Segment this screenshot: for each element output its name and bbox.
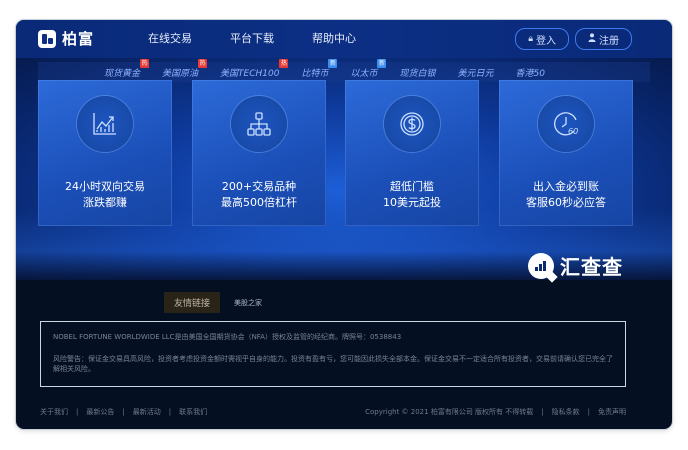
login-button[interactable]: 🔒︎ 登入 bbox=[515, 28, 569, 50]
feature-card-24h-trading[interactable]: 24小时双向交易 涨跌都赚 bbox=[38, 80, 172, 226]
ticker-item[interactable]: 现货白银 bbox=[399, 66, 435, 79]
ticker-item-label: 美国原油 bbox=[162, 68, 199, 79]
auth-buttons: 🔒︎ 登入 注册 bbox=[509, 28, 632, 50]
new-badge: 新 bbox=[377, 58, 387, 68]
ticker-item[interactable]: 比特币新 bbox=[301, 58, 338, 79]
ticker-item[interactable]: 美国原油热 bbox=[162, 58, 208, 79]
footer-link-events[interactable]: 最新活动 bbox=[133, 407, 161, 417]
watermark-icon bbox=[528, 252, 554, 279]
main-nav: 在线交易 平台下载 帮助中心 bbox=[148, 20, 394, 58]
clock-60-label: 60 bbox=[568, 127, 578, 136]
watermark-text: 汇查查 bbox=[560, 255, 623, 279]
feature-card-fast-service[interactable]: 60 出入金必到账 客服60秒必应答 bbox=[499, 80, 633, 226]
footer-link-about[interactable]: 关于我们 bbox=[40, 407, 68, 417]
nav-platform-download[interactable]: 平台下载 bbox=[230, 20, 274, 58]
register-label: 注册 bbox=[599, 35, 619, 47]
card-subtitle: 10美元起投 bbox=[383, 196, 441, 209]
footer-left-links: 关于我们 | 最新公告 | 最新活动 | 联系我们 bbox=[40, 407, 208, 417]
ticker-item[interactable]: 香港50 bbox=[516, 66, 545, 79]
lock-icon: 🔒︎ bbox=[528, 34, 533, 44]
site-logo[interactable]: 柏富 bbox=[38, 28, 94, 49]
card-title: 24小时双向交易 bbox=[65, 180, 145, 193]
hot-badge: 热 bbox=[198, 58, 208, 68]
nav-online-trading[interactable]: 在线交易 bbox=[148, 20, 192, 58]
logo-text: 柏富 bbox=[62, 30, 95, 48]
footer-link-privacy[interactable]: 隐私条款 bbox=[552, 407, 580, 417]
ticker-item-label: 现货黄金 bbox=[104, 68, 141, 79]
ticker-item[interactable]: 现货黄金热 bbox=[104, 58, 150, 79]
dollar-coin-icon bbox=[384, 96, 440, 152]
ticker-item-label: 香港50 bbox=[515, 68, 545, 79]
card-subtitle: 最高500倍杠杆 bbox=[221, 196, 297, 209]
ticker-item-label: 美元日元 bbox=[457, 68, 494, 79]
card-title: 200+交易品种 bbox=[221, 180, 297, 193]
feature-cards: 24小时双向交易 涨跌都赚 200+交易品种 最高500倍杠杆 超低门槛 10美… bbox=[38, 80, 650, 226]
card-title: 超低门槛 bbox=[390, 180, 434, 193]
ticker-item[interactable]: 美国TECH100 热 bbox=[220, 58, 289, 79]
license-text: NOBEL FORTUNE WORLDWIDE LLC是由美国全国期货协会（NF… bbox=[53, 333, 402, 341]
product-ticker: 现货黄金热美国原油热美国TECH100 热比特币新以太币新现货白银 美元日元 香港50 bbox=[38, 58, 650, 82]
ticker-item[interactable]: 美元日元 bbox=[458, 66, 494, 79]
chart-trend-icon bbox=[77, 96, 133, 152]
risk-disclaimer: NOBEL FORTUNE WORLDWIDE LLC是由美国全国期货协会（NF… bbox=[40, 321, 626, 387]
hot-badge: 热 bbox=[140, 58, 150, 68]
feature-card-products[interactable]: 200+交易品种 最高500倍杠杆 bbox=[192, 80, 326, 226]
footer-right: Copyright © 2021 柏富有限公司 版权所有 不得转载 | 隐私条款… bbox=[365, 407, 626, 417]
card-subtitle: 涨跌都赚 bbox=[83, 196, 127, 209]
card-subtitle: 客服60秒必应答 bbox=[526, 196, 606, 209]
logo-icon bbox=[38, 29, 56, 48]
ticker-item-label: 以太币 bbox=[350, 68, 378, 79]
hierarchy-icon bbox=[231, 96, 287, 152]
risk-warning-text: 风险警告：保证金交易具高风险，投资者考虑投资金额时需视乎自身的能力。投资有盈有亏… bbox=[53, 355, 613, 373]
feature-card-low-threshold[interactable]: 超低门槛 10美元起投 bbox=[345, 80, 479, 226]
login-label: 登入 bbox=[536, 35, 556, 47]
footer-link-announcements[interactable]: 最新公告 bbox=[86, 407, 114, 417]
clock-60-icon: 60 bbox=[538, 96, 594, 152]
friend-links: 友情链接 美股之家 bbox=[164, 292, 262, 313]
footer-link-disclaimer[interactable]: 免责声明 bbox=[598, 407, 626, 417]
browser-frame: 柏富 在线交易 平台下载 帮助中心 🔒︎ 登入 注册 现货黄金热美国原油热美国T… bbox=[16, 20, 672, 429]
ticker-item[interactable]: 以太币新 bbox=[350, 58, 387, 79]
hot-badge: 热 bbox=[279, 58, 289, 68]
ticker-item-label: 现货白银 bbox=[399, 68, 436, 79]
user-icon bbox=[588, 33, 596, 45]
friend-links-tag: 友情链接 bbox=[164, 292, 221, 313]
ticker-item-label: 比特币 bbox=[301, 68, 329, 79]
watermark-logo: 汇查查 bbox=[528, 251, 623, 280]
nav-help-center[interactable]: 帮助中心 bbox=[312, 20, 356, 58]
register-button[interactable]: 注册 bbox=[575, 28, 632, 50]
footer-bottom-bar: 关于我们 | 最新公告 | 最新活动 | 联系我们 Copyright © 20… bbox=[40, 405, 626, 419]
ticker-item-label: 美国TECH100 bbox=[220, 68, 280, 79]
card-title: 出入金必到账 bbox=[533, 180, 599, 193]
copyright-text: Copyright © 2021 柏富有限公司 版权所有 不得转载 bbox=[365, 408, 534, 416]
footer-link-contact[interactable]: 联系我们 bbox=[179, 407, 207, 417]
friend-link-item[interactable]: 美股之家 bbox=[234, 298, 262, 308]
site-header: 柏富 在线交易 平台下载 帮助中心 🔒︎ 登入 注册 bbox=[16, 20, 672, 58]
hero-banner: 现货黄金热美国原油热美国TECH100 热比特币新以太币新现货白银 美元日元 香港50… bbox=[16, 58, 672, 280]
new-badge: 新 bbox=[328, 58, 338, 68]
